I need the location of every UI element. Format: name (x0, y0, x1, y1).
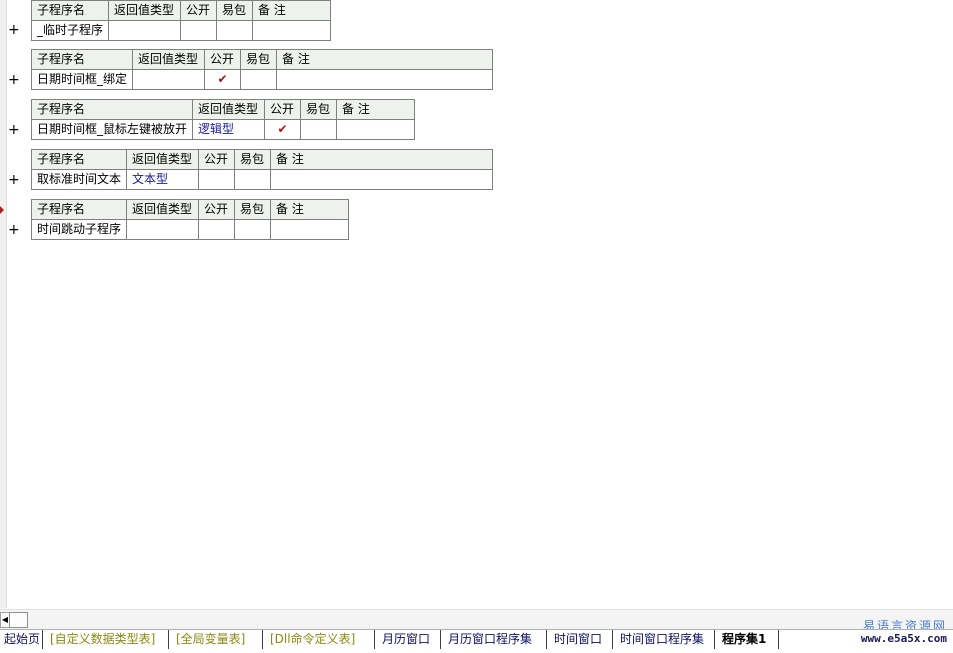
tab-calendar-window-program-set[interactable]: 月历窗口程序集 (444, 630, 547, 649)
header-return-type: 返回值类型 (126, 149, 199, 170)
tab-custom-data-types[interactable]: [自定义数据类型表] (46, 630, 169, 649)
easy-pack-cell[interactable] (240, 69, 277, 90)
header-easy-pack: 易包 (234, 199, 271, 220)
subroutine-row[interactable]: 时间跳动子程序 (31, 219, 349, 240)
tab-time-window[interactable]: 时间窗口 (550, 630, 613, 649)
expand-subroutine-4-icon[interactable]: + (8, 173, 20, 187)
current-line-marker-icon (0, 206, 4, 214)
remark-cell[interactable] (270, 219, 349, 240)
subroutine-row[interactable]: 取标准时间文本 文本型 (31, 169, 493, 190)
subroutine-name-cell[interactable]: _临时子程序 (31, 20, 109, 41)
scroll-thumb[interactable] (9, 612, 28, 628)
tab-dll-commands[interactable]: [Dll命令定义表] (266, 630, 375, 649)
header-easy-pack: 易包 (234, 149, 271, 170)
header-easy-pack: 易包 (216, 0, 253, 21)
subroutine-header-row: 子程序名 返回值类型 公开 易包 备 注 (31, 0, 331, 21)
return-type-cell[interactable]: 逻辑型 (192, 119, 265, 140)
tab-calendar-window[interactable]: 月历窗口 (378, 630, 441, 649)
subroutine-name-cell[interactable]: 日期时间框_鼠标左键被放开 (31, 119, 193, 140)
easy-pack-cell[interactable] (234, 169, 271, 190)
check-icon: ✔ (277, 122, 288, 136)
expand-subroutine-2-icon[interactable]: + (8, 73, 20, 87)
subroutine-name-cell[interactable]: 日期时间框_绑定 (31, 69, 133, 90)
subroutine-header-row: 子程序名 返回值类型 公开 易包 备 注 (31, 99, 415, 120)
tab-global-variables[interactable]: [全局变量表] (172, 630, 263, 649)
tab-start-page[interactable]: 起始页 (0, 630, 43, 649)
header-remark: 备 注 (336, 99, 415, 120)
expand-subroutine-5-icon[interactable]: + (8, 223, 20, 237)
public-cell[interactable]: ✔ (264, 119, 301, 140)
subroutine-name-cell[interactable]: 时间跳动子程序 (31, 219, 127, 240)
subroutine-row[interactable]: 日期时间框_鼠标左键被放开 逻辑型 ✔ (31, 119, 415, 140)
header-remark: 备 注 (270, 199, 349, 220)
remark-cell[interactable] (252, 20, 331, 41)
easy-pack-cell[interactable] (300, 119, 337, 140)
subroutine-table-4: 子程序名 返回值类型 公开 易包 备 注 取标准时间文本 文本型 (31, 149, 493, 190)
subroutine-table-3: 子程序名 返回值类型 公开 易包 备 注 日期时间框_鼠标左键被放开 逻辑型 ✔ (31, 99, 415, 140)
header-name: 子程序名 (31, 99, 193, 120)
return-type-cell[interactable]: 文本型 (126, 169, 199, 190)
return-type-cell[interactable] (108, 20, 181, 41)
header-return-type: 返回值类型 (132, 49, 205, 70)
subroutine-header-row: 子程序名 返回值类型 公开 易包 备 注 (31, 199, 349, 220)
subroutine-table-1: 子程序名 返回值类型 公开 易包 备 注 _临时子程序 (31, 0, 331, 41)
header-return-type: 返回值类型 (126, 199, 199, 220)
subroutine-row[interactable]: 日期时间框_绑定 ✔ (31, 69, 493, 90)
remark-cell[interactable] (270, 169, 493, 190)
easy-pack-cell[interactable] (234, 219, 271, 240)
expand-subroutine-1-icon[interactable]: + (8, 23, 20, 37)
header-name: 子程序名 (31, 149, 127, 170)
watermark-url: www.e5a5x.com (860, 632, 947, 645)
header-public: 公开 (198, 149, 235, 170)
subroutine-name-cell[interactable]: 取标准时间文本 (31, 169, 127, 190)
header-return-type: 返回值类型 (108, 0, 181, 21)
check-icon: ✔ (217, 72, 228, 86)
subroutine-table-2: 子程序名 返回值类型 公开 易包 备 注 日期时间框_绑定 ✔ (31, 49, 493, 90)
header-name: 子程序名 (31, 49, 133, 70)
subroutine-header-row: 子程序名 返回值类型 公开 易包 备 注 (31, 49, 493, 70)
remark-cell[interactable] (336, 119, 415, 140)
header-return-type: 返回值类型 (192, 99, 265, 120)
subroutine-table-5: 子程序名 返回值类型 公开 易包 备 注 时间跳动子程序 (31, 199, 349, 240)
subroutine-header-row: 子程序名 返回值类型 公开 易包 备 注 (31, 149, 493, 170)
return-type-cell[interactable] (132, 69, 205, 90)
header-public: 公开 (264, 99, 301, 120)
easy-pack-cell[interactable] (216, 20, 253, 41)
header-name: 子程序名 (31, 0, 109, 21)
header-remark: 备 注 (276, 49, 493, 70)
header-remark: 备 注 (270, 149, 493, 170)
header-easy-pack: 易包 (300, 99, 337, 120)
tab-program-set-1[interactable]: 程序集1 (718, 630, 779, 649)
return-type-cell[interactable] (126, 219, 199, 240)
tab-time-window-program-set[interactable]: 时间窗口程序集 (616, 630, 715, 649)
public-cell[interactable] (180, 20, 217, 41)
header-public: 公开 (180, 0, 217, 21)
header-public: 公开 (204, 49, 241, 70)
public-cell[interactable] (198, 169, 235, 190)
remark-cell[interactable] (276, 69, 493, 90)
expand-subroutine-3-icon[interactable]: + (8, 123, 20, 137)
header-public: 公开 (198, 199, 235, 220)
document-tab-bar: 起始页 [自定义数据类型表] [全局变量表] [Dll命令定义表] 月历窗口 月… (0, 629, 953, 653)
subroutine-row[interactable]: _临时子程序 (31, 20, 331, 41)
public-cell[interactable]: ✔ (204, 69, 241, 90)
header-easy-pack: 易包 (240, 49, 277, 70)
public-cell[interactable] (198, 219, 235, 240)
header-name: 子程序名 (31, 199, 127, 220)
left-gutter (0, 0, 7, 608)
header-remark: 备 注 (252, 0, 331, 21)
horizontal-scrollbar[interactable]: ◀ (0, 609, 953, 629)
